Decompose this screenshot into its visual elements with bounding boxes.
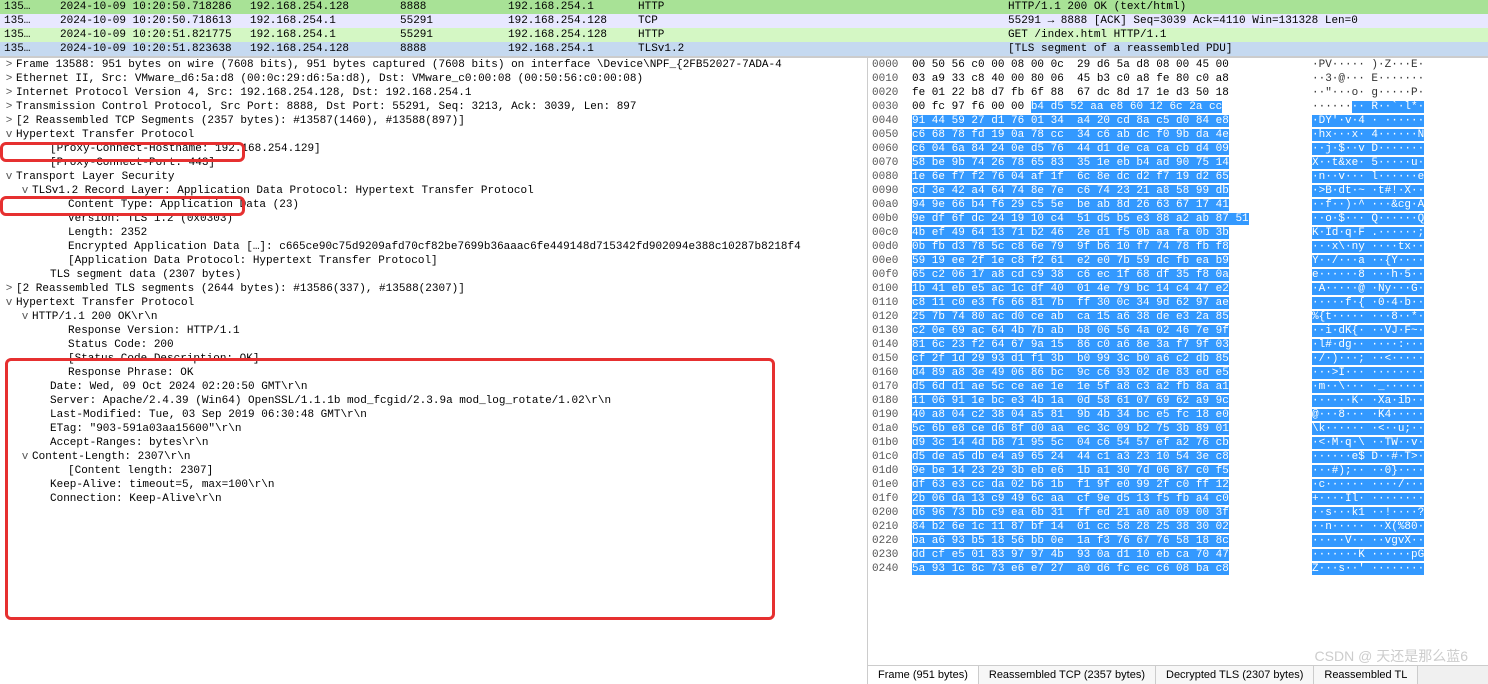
hex-row[interactable]: 0150cf 2f 1d 29 93 d1 f1 3b b0 99 3c b0 … (868, 352, 1488, 366)
hex-row[interactable]: 01c0d5 de a5 db e4 a9 65 24 44 c1 a3 23 … (868, 450, 1488, 464)
hex-row[interactable]: 018011 06 91 1e bc e3 4b 1a 0d 58 61 07 … (868, 394, 1488, 408)
tree-node[interactable]: Last-Modified: Tue, 03 Sep 2019 06:30:48… (0, 408, 867, 422)
collapsed-icon[interactable]: > (2, 73, 16, 85)
expanded-icon[interactable]: v (18, 185, 32, 197)
hex-row[interactable]: 0230dd cf e5 01 83 97 97 4b 93 0a d1 10 … (868, 548, 1488, 562)
collapsed-icon[interactable]: > (2, 283, 16, 295)
hex-row[interactable]: 00b09e df 6f dc 24 19 10 c4 51 d5 b5 e3 … (868, 212, 1488, 226)
hex-tab[interactable]: Decrypted TLS (2307 bytes) (1156, 666, 1314, 684)
expanded-icon[interactable]: v (2, 129, 16, 141)
hex-row[interactable]: 01d09e be 14 23 29 3b eb e6 1b a1 30 7d … (868, 464, 1488, 478)
tree-node[interactable]: Content Type: Application Data (23) (0, 198, 867, 212)
collapsed-icon[interactable]: > (2, 59, 16, 71)
hex-row[interactable]: 0060c6 04 6a 84 24 0e d5 76 44 d1 de ca … (868, 142, 1488, 156)
hex-row[interactable]: 01001b 41 eb e5 ac 1c df 40 01 4e 79 bc … (868, 282, 1488, 296)
watermark: CSDN @ 天还是那么蓝6 (1315, 646, 1468, 666)
hex-row[interactable]: 0200d6 96 73 bb c9 ea 6b 31 ff ed 21 a0 … (868, 506, 1488, 520)
hex-row[interactable]: 00c04b ef 49 64 13 71 b2 46 2e d1 f5 0b … (868, 226, 1488, 240)
packet-row[interactable]: 135…2024-10-09 10:20:50.718613192.168.25… (0, 14, 1488, 28)
hex-row[interactable]: 00a094 9e 66 b4 f6 29 c5 5e be ab 8d 26 … (868, 198, 1488, 212)
packet-row[interactable]: 135…2024-10-09 10:20:50.718286192.168.25… (0, 0, 1488, 14)
tree-node[interactable]: Encrypted Application Data […]: c665ce90… (0, 240, 867, 254)
packet-row[interactable]: 135…2024-10-09 10:20:51.821775192.168.25… (0, 28, 1488, 42)
hex-row[interactable]: 019040 a8 04 c2 38 04 a5 81 9b 4b 34 bc … (868, 408, 1488, 422)
tree-node[interactable]: Status Code: 200 (0, 338, 867, 352)
hex-pane: 000000 50 56 c0 00 08 00 0c 29 d6 5a d8 … (868, 58, 1488, 684)
hex-row[interactable]: 0050c6 68 78 fd 19 0a 78 cc 34 c6 ab dc … (868, 128, 1488, 142)
tree-node[interactable]: vTransport Layer Security (0, 170, 867, 184)
tree-node[interactable]: Version: TLS 1.2 (0x0303) (0, 212, 867, 226)
tree-node[interactable]: vHTTP/1.1 200 OK\r\n (0, 310, 867, 324)
tree-node[interactable]: [Proxy-Connect-Port: 443] (0, 156, 867, 170)
hex-row[interactable]: 01b0d9 3c 14 4d b8 71 95 5c 04 c6 54 57 … (868, 436, 1488, 450)
tree-node[interactable]: Accept-Ranges: bytes\r\n (0, 436, 867, 450)
tree-node[interactable]: >Transmission Control Protocol, Src Port… (0, 100, 867, 114)
hex-row[interactable]: 01f02b 06 da 13 c9 49 6c aa cf 9e d5 13 … (868, 492, 1488, 506)
hex-row[interactable]: 00801e 6e f7 f2 76 04 af 1f 6c 8e dc d2 … (868, 170, 1488, 184)
tree-node[interactable]: vHypertext Transfer Protocol (0, 296, 867, 310)
tree-node[interactable]: Response Phrase: OK (0, 366, 867, 380)
tree-node[interactable]: Connection: Keep-Alive\r\n (0, 492, 867, 506)
hex-row[interactable]: 0220ba a6 93 b5 18 56 bb 0e 1a f3 76 67 … (868, 534, 1488, 548)
collapsed-icon[interactable]: > (2, 101, 16, 113)
hex-tabs: Frame (951 bytes)Reassembled TCP (2357 b… (868, 665, 1488, 684)
expanded-icon[interactable]: v (18, 451, 32, 463)
expanded-icon[interactable]: v (2, 297, 16, 309)
tree-node[interactable]: ETag: "903-591a03aa15600"\r\n (0, 422, 867, 436)
tree-node[interactable]: vTLSv1.2 Record Layer: Application Data … (0, 184, 867, 198)
tree-node[interactable]: [Status Code Description: OK] (0, 352, 867, 366)
hex-row[interactable]: 01e0df 63 e3 cc da 02 b6 1b f1 9f e0 99 … (868, 478, 1488, 492)
hex-row[interactable]: 004091 44 59 27 d1 76 01 34 a4 20 cd 8a … (868, 114, 1488, 128)
hex-tab[interactable]: Reassembled TCP (2357 bytes) (979, 666, 1156, 684)
hex-row[interactable]: 00e059 19 ee 2f 1e c8 f2 61 e2 e0 7b 59 … (868, 254, 1488, 268)
hex-row[interactable]: 0130c2 0e 69 ac 64 4b 7b ab b8 06 56 4a … (868, 324, 1488, 338)
collapsed-icon[interactable]: > (2, 87, 16, 99)
hex-tab[interactable]: Reassembled TL (1314, 666, 1418, 684)
hex-row[interactable]: 001003 a9 33 c8 40 00 80 06 45 b3 c0 a8 … (868, 72, 1488, 86)
tree-node[interactable]: vHypertext Transfer Protocol (0, 128, 867, 142)
hex-row[interactable]: 0020fe 01 22 b8 d7 fb 6f 88 67 dc 8d 17 … (868, 86, 1488, 100)
tree-node[interactable]: [Proxy-Connect-Hostname: 192.168.254.129… (0, 142, 867, 156)
tree-node[interactable]: >Internet Protocol Version 4, Src: 192.1… (0, 86, 867, 100)
tree-node[interactable]: Response Version: HTTP/1.1 (0, 324, 867, 338)
hex-row[interactable]: 003000 fc 97 f6 00 00 b4 d5 52 aa e8 60 … (868, 100, 1488, 114)
hex-row[interactable]: 0090cd 3e 42 a4 64 74 8e 7e c6 74 23 21 … (868, 184, 1488, 198)
tree-node[interactable]: Server: Apache/2.4.39 (Win64) OpenSSL/1.… (0, 394, 867, 408)
hex-row[interactable]: 01a05c 6b e8 ce d6 8f d0 aa ec 3c 09 b2 … (868, 422, 1488, 436)
collapsed-icon[interactable]: > (2, 115, 16, 127)
expanded-icon[interactable]: v (2, 171, 16, 183)
hex-row[interactable]: 014081 6c 23 f2 64 67 9a 15 86 c0 a6 8e … (868, 338, 1488, 352)
hex-row[interactable]: 007058 be 9b 74 26 78 65 83 35 1e eb b4 … (868, 156, 1488, 170)
hex-row[interactable]: 00d00b fb d3 78 5c c8 6e 79 9f b6 10 f7 … (868, 240, 1488, 254)
packet-list: 135…2024-10-09 10:20:50.718286192.168.25… (0, 0, 1488, 57)
tree-node[interactable]: TLS segment data (2307 bytes) (0, 268, 867, 282)
tree-node[interactable]: Length: 2352 (0, 226, 867, 240)
hex-row[interactable]: 0160d4 89 a8 3e 49 06 86 bc 9c c6 93 02 … (868, 366, 1488, 380)
expanded-icon[interactable]: v (18, 311, 32, 323)
hex-row[interactable]: 02405a 93 1c 8c 73 e6 e7 27 a0 d6 fc ec … (868, 562, 1488, 576)
tree-node[interactable]: >[2 Reassembled TLS segments (2644 bytes… (0, 282, 867, 296)
hex-row[interactable]: 012025 7b 74 80 ac d0 ce ab ca 15 a6 38 … (868, 310, 1488, 324)
hex-row[interactable]: 00f065 c2 06 17 a8 cd c9 38 c6 ec 1f 68 … (868, 268, 1488, 282)
tree-node[interactable]: Keep-Alive: timeout=5, max=100\r\n (0, 478, 867, 492)
tree-node[interactable]: vContent-Length: 2307\r\n (0, 450, 867, 464)
tree-node[interactable]: >[2 Reassembled TCP Segments (2357 bytes… (0, 114, 867, 128)
protocol-tree: >Frame 13588: 951 bytes on wire (7608 bi… (0, 58, 868, 684)
tree-node[interactable]: [Content length: 2307] (0, 464, 867, 478)
hex-row[interactable]: 0170d5 6d d1 ae 5c ce ae 1e 1e 5f a8 c3 … (868, 380, 1488, 394)
hex-row[interactable]: 021084 b2 6e 1c 11 87 bf 14 01 cc 58 28 … (868, 520, 1488, 534)
hex-row[interactable]: 0110c8 11 c0 e3 f6 66 81 7b ff 30 0c 34 … (868, 296, 1488, 310)
tree-node[interactable]: >Ethernet II, Src: VMware_d6:5a:d8 (00:0… (0, 72, 867, 86)
packet-row[interactable]: 135…2024-10-09 10:20:51.823638192.168.25… (0, 42, 1488, 56)
hex-tab[interactable]: Frame (951 bytes) (868, 666, 979, 684)
tree-node[interactable]: Date: Wed, 09 Oct 2024 02:20:50 GMT\r\n (0, 380, 867, 394)
tree-node[interactable]: [Application Data Protocol: Hypertext Tr… (0, 254, 867, 268)
tree-node[interactable]: >Frame 13588: 951 bytes on wire (7608 bi… (0, 58, 867, 72)
hex-row[interactable]: 000000 50 56 c0 00 08 00 0c 29 d6 5a d8 … (868, 58, 1488, 72)
